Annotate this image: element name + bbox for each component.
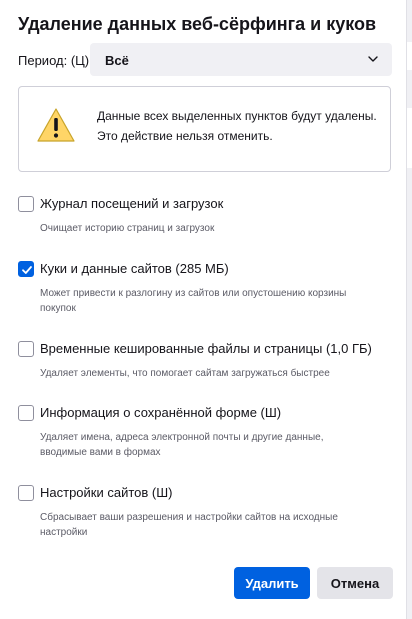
- warning-line-1: Данные всех выделенных пунктов будут уда…: [97, 109, 377, 123]
- option-label: Информация о сохранённой форме (Ш): [40, 405, 282, 420]
- option-label: Куки и данные сайтов (285 МБ): [40, 261, 229, 276]
- form-data-checkbox[interactable]: [18, 405, 34, 421]
- option-description: Сбрасывает ваши разрешения и настройки с…: [40, 512, 338, 538]
- warning-triangle-icon: [37, 108, 75, 142]
- warning-box: Данные всех выделенных пунктов будут уда…: [18, 86, 391, 172]
- period-select-value: Всё: [105, 53, 129, 68]
- option-description: Удаляет элементы, что помогает сайтам за…: [40, 368, 330, 379]
- option-label: Временные кешированные файлы и страницы …: [40, 341, 372, 356]
- warning-text: Данные всех выделенных пунктов будут уда…: [97, 108, 377, 144]
- warning-line-2: Это действие нельзя отменить.: [97, 129, 273, 143]
- cache-checkbox[interactable]: [18, 341, 34, 357]
- dialog-title: Удаление данных веб-сёрфинга и куков: [18, 14, 377, 34]
- clear-data-dialog: Удаление данных веб-сёрфинга и куков Пер…: [0, 0, 407, 619]
- checkmark-icon: [22, 266, 32, 274]
- delete-button[interactable]: Удалить: [234, 567, 310, 599]
- cookies-checkbox[interactable]: [18, 261, 34, 277]
- option-label: Настройки сайтов (Ш): [40, 485, 173, 500]
- period-label: Период: (Ц): [18, 53, 90, 68]
- cancel-button[interactable]: Отмена: [317, 567, 393, 599]
- chevron-down-icon: [368, 56, 378, 62]
- site-settings-checkbox[interactable]: [18, 485, 34, 501]
- history-checkbox[interactable]: [18, 196, 34, 212]
- option-label: Журнал посещений и загрузок: [40, 196, 224, 211]
- option-description: Может привести к разлогину из сайтов или…: [40, 288, 347, 314]
- option-description: Очищает историю страниц и загрузок: [40, 223, 215, 234]
- period-select[interactable]: Всё: [90, 43, 392, 76]
- option-description: Удаляет имена, адреса электронной почты …: [40, 432, 324, 458]
